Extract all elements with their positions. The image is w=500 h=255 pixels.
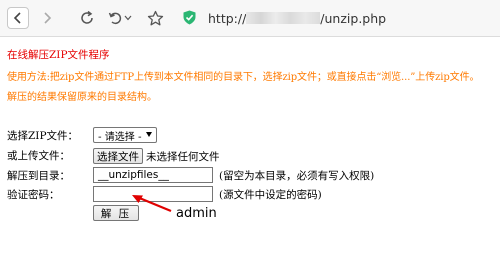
zip-select[interactable]: - 请选择 -: [93, 127, 157, 143]
url-path: /unzip.php: [320, 11, 387, 26]
undo-button[interactable]: [106, 7, 134, 29]
password-label: 验证密码：: [7, 189, 60, 201]
forward-icon: [44, 12, 52, 24]
dropdown-icon: [124, 15, 132, 21]
star-icon: [147, 10, 163, 25]
forward-button[interactable]: [36, 7, 58, 29]
redacted-host: [246, 12, 321, 24]
bookmark-button[interactable]: [144, 7, 166, 29]
shield-check-icon: [183, 10, 196, 25]
zip-select-value: - 请选择 -: [98, 131, 142, 143]
annotation-label: admin: [176, 206, 217, 221]
password-hint: (源文件中设定的密码): [219, 189, 322, 201]
extract-dir-label: 解压到目录：: [7, 170, 70, 182]
extract-dir-hint: (留空为本目录，必须有写入权限): [219, 170, 375, 182]
url-prefix: http://: [208, 11, 247, 26]
upload-label: 或上传文件：: [7, 150, 70, 162]
reload-button[interactable]: [76, 7, 98, 29]
browser-toolbar: http:// /unzip.php: [0, 0, 500, 37]
back-icon: [13, 12, 21, 24]
file-status: 未选择任何文件: [146, 151, 220, 163]
undo-icon: [108, 12, 122, 25]
usage-instructions: 使用方法:把zip文件通过FTP上传到本文件相同的目录下，选择zip文件；或直接…: [7, 72, 480, 83]
back-button[interactable]: [7, 7, 29, 29]
structure-note: 解压的结果保留原来的目录结构。: [7, 92, 157, 103]
reload-icon: [81, 10, 93, 24]
page-title: 在线解压ZIP文件程序: [7, 49, 110, 61]
choose-file-button[interactable]: 选择文件: [93, 148, 143, 164]
annotation-arrow-icon: [132, 195, 172, 213]
extract-dir-input[interactable]: __unzipfiles__: [93, 167, 213, 183]
address-bar[interactable]: http:// /unzip.php: [208, 11, 386, 26]
select-arrow-icon: [146, 132, 152, 137]
select-zip-label: 选择ZIP文件：: [7, 130, 79, 142]
